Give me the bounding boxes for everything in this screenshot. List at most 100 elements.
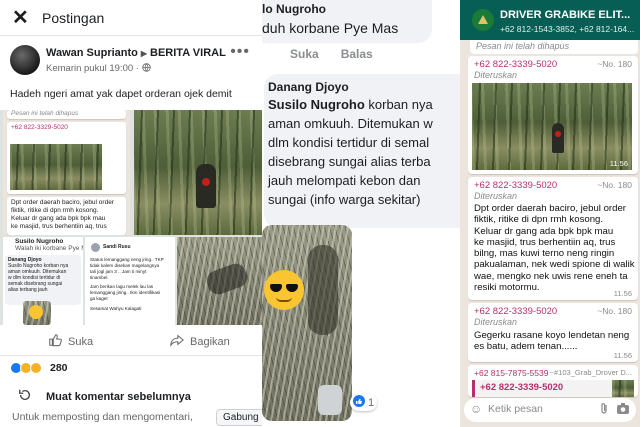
chat-header[interactable]: DRIVER GRABIKE ELIT... +62 812-1543-3852… — [460, 0, 640, 40]
message-text: Gegerku rasane koyo lendetan neng es bat… — [474, 330, 629, 353]
camera-icon[interactable] — [616, 402, 630, 418]
share-label: Bagikan — [190, 335, 230, 348]
collage-tile-story[interactable]: Sandi Rusu Status lemanggang neng jring.… — [85, 237, 175, 325]
quoted-message[interactable]: +62 822-3339-5020 — [472, 380, 634, 397]
comment-actions: Suka Balas — [290, 47, 373, 61]
post-timestamp[interactable]: Kemarin pukul 19:00 · — [46, 63, 142, 74]
comment-prompt-text: Untuk memposting dan mengomentari, — [12, 411, 193, 423]
close-icon[interactable]: ✕ — [12, 5, 34, 30]
comment-reply-link[interactable]: Balas — [341, 47, 373, 61]
mini-msg-line: ke masjid, trus berhentiin aq, trus — [11, 223, 107, 230]
reaction-summary[interactable]: 280 — [10, 362, 68, 374]
arrow-right-icon: ▶ — [140, 49, 148, 58]
message-sender[interactable]: +62 822-3339-5020 — [474, 180, 557, 191]
forwarded-label: Diteruskan — [474, 70, 518, 80]
figure-silhouette — [204, 260, 250, 298]
attach-icon[interactable] — [598, 402, 610, 419]
message-sender[interactable]: +62 822-3339-5020 — [474, 306, 557, 317]
message-text: Dpt order daerah baciro, jebul order fik… — [474, 203, 635, 293]
post-header: Wawan Suprianto ▶ BERITA VIRAL Kemarin puk… — [10, 43, 256, 79]
mini-story-line: tinambel. — [90, 275, 109, 280]
deleted-message: Pesan ini telah dihapus — [470, 40, 638, 54]
message-line: Keluar dr gang ada bpk bpk mau — [474, 225, 614, 237]
mini-text-card: Dpt order daerah baciro, jebul order fik… — [7, 197, 126, 235]
chat-message[interactable]: +62 822-3339-5020 ~No. 180 Diteruskan 11… — [468, 56, 638, 174]
message-time: 11.56 — [613, 351, 632, 360]
comment-like-badge[interactable]: 1 — [350, 394, 378, 411]
message-line: Dpt order daerah baciro, jebul order — [474, 203, 626, 214]
chat-message[interactable]: +62 822-3339-5020 ~No. 180 Diteruskan Ge… — [468, 303, 638, 362]
comment-like-link[interactable]: Suka — [290, 47, 319, 61]
avatar[interactable] — [10, 45, 40, 75]
comment-line: dlm kondisi tertidur di semal — [268, 135, 430, 150]
like-count: 1 — [368, 396, 375, 409]
quoted-thumbnail — [612, 380, 634, 397]
smile — [276, 297, 292, 302]
group-members: +62 812-1543-3852, +62 812-164... — [500, 24, 635, 34]
message-photo[interactable]: 11.56 — [472, 83, 632, 170]
post-author-line: Wawan Suprianto ▶ BERITA VIRAL — [46, 47, 226, 59]
mini-msg-line: fiktik, ritike di dpn rmh kosong. — [11, 207, 99, 214]
comment-line: jauh melompati kebon dan — [268, 173, 421, 188]
deleted-text: Pesan ini telah dihapus — [476, 41, 570, 51]
mini-avatar — [91, 243, 100, 252]
group-title: DRIVER GRABIKE ELIT... — [500, 9, 631, 21]
chat-message[interactable]: +62 815-7875-5539 ~#103_Grab_Drover D...… — [468, 365, 638, 397]
mini-deleted-note: Pesan ini telah dihapus — [7, 110, 126, 119]
red-mark — [202, 178, 210, 186]
post-text: Hadeh ngeri amat yak dapet orderan ojek … — [10, 88, 232, 100]
share-button[interactable]: Bagikan — [170, 333, 230, 350]
mini-bamboo-photo — [10, 144, 102, 190]
collage-tile-bamboo[interactable] — [134, 110, 262, 235]
load-previous-comments[interactable]: Muat komentar sebelumnya — [18, 388, 191, 405]
more-options-icon[interactable]: ••• — [230, 43, 250, 61]
like-label: Suka — [68, 335, 94, 348]
sunglasses-right — [286, 284, 298, 292]
comment-text: duh korbane Pye Mas — [262, 20, 399, 36]
message-time: 11.56 — [613, 289, 632, 298]
mini-msg-line: Dpt order daerah baciro, jebul order — [11, 199, 114, 206]
mini-story-line: Sesamat Wahyu Kalagati — [90, 306, 142, 311]
forwarded-label: Diteruskan — [474, 317, 518, 327]
sender-pushname: ~#103_Grab_Drover D... — [549, 368, 632, 377]
collage-tile-chat[interactable]: Pesan ini telah dihapus +62 822-3329-502… — [3, 110, 130, 235]
group-avatar[interactable] — [472, 9, 494, 31]
globe-icon — [141, 63, 151, 74]
post-image-collage[interactable]: Pesan ini telah dihapus +62 822-3329-502… — [0, 110, 262, 325]
join-button[interactable]: Gabung — [216, 409, 262, 426]
message-input[interactable]: ☺ Ketik pesan — [464, 398, 636, 422]
emoji-icon[interactable]: ☺ — [470, 402, 482, 416]
figure-silhouette — [308, 245, 338, 335]
load-comments-label: Muat komentar sebelumnya — [46, 390, 191, 403]
message-line: wae, mengko nek uwis rene eneh ta — [474, 270, 628, 282]
comment-photo[interactable] — [262, 225, 352, 421]
topbar-title: Postingan — [42, 9, 105, 26]
mini-msg-line: Keluar dr gang ada bpk bpk mau — [11, 215, 106, 222]
quoted-sender: +62 822-3339-5020 — [480, 382, 564, 393]
like-button[interactable]: Suka — [48, 333, 93, 350]
message-sender[interactable]: +62 822-3339-5020 — [474, 59, 557, 70]
commenter-name[interactable]: lo Nugroho — [262, 2, 326, 16]
group-name[interactable]: BERITA VIRAL — [150, 47, 226, 59]
message-time: 11.56 — [609, 159, 628, 168]
comment-prompt: Untuk memposting dan mengomentari, Gabun… — [10, 409, 262, 427]
chat-message[interactable]: +62 822-3339-5020 ~No. 180 Diteruskan Dp… — [468, 177, 638, 300]
mini-comment-sub: Walah iki korbane Pye Mas — [15, 245, 83, 252]
mini-story-name: Sandi Rusu — [103, 244, 131, 250]
comment-text: Susilo Nugroho korban nya aman omkuuh. D… — [268, 95, 460, 209]
collage-tile-grass[interactable] — [177, 237, 262, 325]
comment-line-text: korban nya — [364, 97, 433, 112]
collage-tile-comment[interactable]: Susilo Nugroho Walah iki korbane Pye Mas… — [3, 237, 83, 325]
post-action-bar: Suka Bagikan — [0, 326, 262, 356]
message-line: resiki motormu. — [474, 282, 540, 294]
sender-pushname: ~No. 180 — [597, 180, 632, 190]
author-name[interactable]: Wawan Suprianto — [46, 47, 138, 59]
commenter-name[interactable]: Danang Djoyo — [268, 80, 349, 94]
figure-silhouette — [552, 123, 564, 153]
white-object — [318, 385, 342, 415]
mentioned-user[interactable]: Susilo Nugroho — [268, 97, 365, 112]
message-sender[interactable]: +62 815-7875-5539 — [474, 368, 548, 378]
comment-line: Susilo Nugroho korban nya — [268, 95, 460, 114]
mini-sender: +62 822-3329-5020 — [11, 124, 68, 131]
mini-card-line: alias terbang jauh — [8, 287, 48, 293]
